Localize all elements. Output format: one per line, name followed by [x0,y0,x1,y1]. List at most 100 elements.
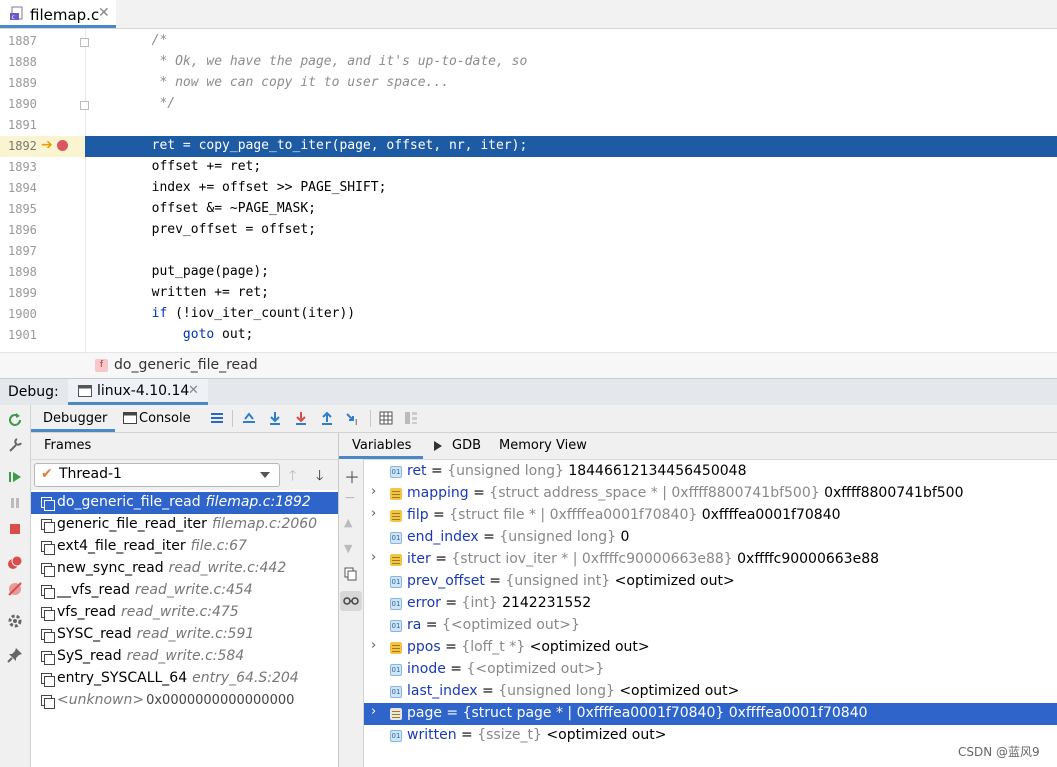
run-to-cursor-icon[interactable]: I [345,410,361,426]
line-number: 1897 [8,244,37,258]
frame-row[interactable]: SyS_read read_write.c:584 [31,646,338,668]
evaluate-expression-icon[interactable] [378,410,394,426]
tab-console-label: Console [139,411,191,426]
variable-type: {ssize_t} [477,727,542,743]
step-into-icon[interactable] [293,410,309,426]
frame-label: generic_file_read_iter filemap.c:2060 [57,516,317,532]
remove-watch-icon[interactable]: − [344,490,356,506]
frame-row[interactable]: new_sync_read read_write.c:442 [31,558,338,580]
code-line: ret = copy_page_to_iter(page, offset, nr… [89,138,528,153]
debug-session-tab[interactable]: linux-4.10.14 ✕ [68,379,208,405]
code-editor[interactable]: ➔ 1887 /* 1888 * Ok, we have the page, an… [0,29,1057,352]
variable-row[interactable]: › iter = {struct iov_iter * | 0xffffc9000… [364,549,1057,571]
variable-row[interactable]: 01 last_index = {unsigned long} <optimize… [364,681,1057,703]
code-line: */ [89,96,176,111]
tab-memory-view[interactable]: Memory View [499,433,599,459]
variable-row[interactable]: 01 ra = {<optimized out>} [364,615,1057,637]
chevron-right-icon[interactable]: › [371,638,376,653]
line-number: 1900 [8,307,37,321]
variable-row[interactable]: 01 ret = {unsigned long} 1844661213445645… [364,461,1057,483]
close-icon[interactable]: ✕ [188,383,199,398]
pin-icon[interactable] [7,647,23,663]
stop-icon[interactable] [7,521,23,537]
layout-icon[interactable] [403,410,419,426]
resume-icon[interactable] [7,469,23,485]
frames-panel: Frames ✔ Thread-1 🡑 🡓 do_generic_file_re… [31,433,339,767]
debug-title-bar: Debug: linux-4.10.14 ✕ [0,378,1057,406]
arrow-up-icon[interactable]: 🡑 [289,465,296,489]
menu-icon[interactable] [209,410,225,426]
breakpoint-icon[interactable] [57,140,68,151]
glasses-toggle[interactable] [340,591,362,611]
struct-variable-icon [390,554,402,566]
step-over-icon[interactable] [267,410,283,426]
chevron-right-icon[interactable]: › [371,704,376,719]
code-line: offset &= ~PAGE_MASK; [89,201,316,216]
variable-type: {unsigned long} [447,463,564,479]
variable-row[interactable]: 01 end_index = {unsigned long} 0 [364,527,1057,549]
frame-row[interactable]: entry_SYSCALL_64 entry_64.S:204 [31,668,338,690]
chevron-right-icon[interactable]: › [371,484,376,499]
variable-type: {struct address_space * | 0xffff8800741b… [489,485,820,501]
frame-function: SyS_read [57,648,122,664]
settings-icon[interactable] [7,613,23,629]
variable-row[interactable]: 01 written = {ssize_t} <optimized out> [364,725,1057,747]
code-line: goto out; [182,327,254,342]
execution-point-icon: ➔ [41,137,53,153]
rerun-icon[interactable] [7,412,23,428]
add-watch-icon[interactable]: ＋ [344,464,360,488]
frame-row[interactable]: generic_file_read_iter filemap.c:2060 [31,514,338,536]
frame-icon [41,607,55,621]
primitive-variable-icon: 01 [390,598,402,610]
tab-debugger[interactable]: Debugger [31,405,115,432]
breadcrumb-function[interactable]: do_generic_file_read [114,357,258,373]
variable-row[interactable]: › filp = {struct file * | 0xffffea0001f70… [364,505,1057,527]
variable-row[interactable]: 01 prev_offset = {unsigned int} <optimize… [364,571,1057,593]
wrench-icon[interactable] [7,437,23,453]
variable-name: iter [407,551,431,567]
thread-dropdown[interactable]: ✔ Thread-1 [34,463,280,487]
variable-row[interactable]: › page = {struct page * | 0xffffea0001f70… [364,703,1057,725]
chevron-right-icon[interactable]: › [371,506,376,521]
variable-type: {<optimized out>} [441,617,580,633]
step-out-icon[interactable] [319,410,335,426]
frame-label: SyS_read read_write.c:584 [57,648,244,664]
move-up-icon[interactable]: ▲ [344,516,352,529]
thread-label: Thread-1 [59,466,122,482]
variable-value: 0 [620,529,630,545]
frame-row[interactable]: ext4_file_read_iter file.c:67 [31,536,338,558]
tab-variables[interactable]: Variables [339,433,423,459]
variable-text: page = {struct page * | 0xffffea0001f708… [407,705,868,721]
variable-row[interactable]: › mapping = {struct address_space * | 0xf… [364,483,1057,505]
toolbar-separator [232,410,233,427]
close-icon[interactable]: ✕ [98,5,110,21]
frame-row[interactable]: do_generic_file_read filemap.c:1892 [31,492,338,514]
variable-row[interactable]: 01 error = {int} 2142231552 [364,593,1057,615]
frame-address: 0x0000000000000000 [146,693,295,708]
fold-icon[interactable] [80,38,89,47]
chevron-right-icon[interactable]: › [371,550,376,565]
variable-text: end_index = {unsigned long} 0 [407,529,629,545]
frame-row[interactable]: vfs_read read_write.c:475 [31,602,338,624]
variable-row[interactable]: 01 inode = {<optimized out>} [364,659,1057,681]
frame-row[interactable]: __vfs_read read_write.c:454 [31,580,338,602]
arrow-down-icon[interactable]: 🡓 [316,465,323,489]
frame-function: do_generic_file_read [57,494,201,510]
struct-variable-icon [390,510,402,522]
line-number: 1890 [8,97,37,111]
tab-gdb[interactable]: GDB [434,433,494,459]
fold-icon[interactable] [80,101,89,110]
variable-row[interactable]: › ppos = {loff_t *} <optimized out> [364,637,1057,659]
move-down-icon[interactable]: ▼ [344,542,352,555]
frame-row[interactable]: <unknown> 0x0000000000000000 [31,690,338,712]
pause-icon[interactable] [7,495,23,511]
view-breakpoints-icon[interactable] [7,555,23,571]
variable-value: <optimized out> [619,683,740,699]
code-line: /* [89,33,168,48]
mute-breakpoints-icon[interactable] [7,581,23,597]
editor-tab-filemap[interactable]: c filemap.c ✕ [0,0,116,28]
frame-row[interactable]: SYSC_read read_write.c:591 [31,624,338,646]
show-execution-point-icon[interactable] [241,410,257,426]
copy-icon[interactable] [344,567,358,581]
code-line: offset += ret; [89,159,262,174]
